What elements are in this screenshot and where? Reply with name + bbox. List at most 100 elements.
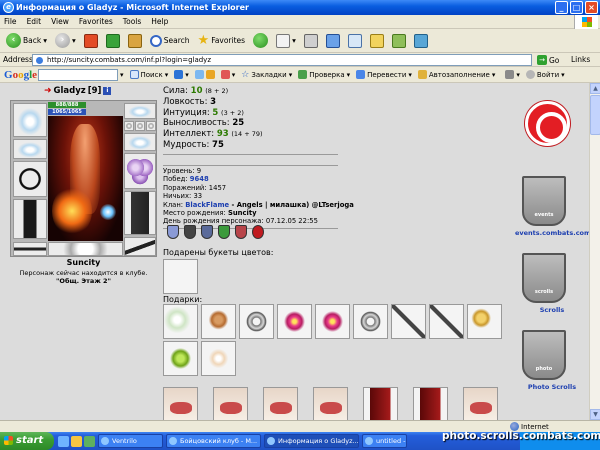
translate-button[interactable]: Перевести ▾ xyxy=(356,70,412,79)
gift-item[interactable] xyxy=(201,341,236,376)
people-button[interactable] xyxy=(412,31,430,51)
google-pagerank[interactable] xyxy=(194,70,215,79)
google-dropdown[interactable]: ▾ xyxy=(120,71,124,79)
maximize-button[interactable]: □ xyxy=(570,1,583,14)
combats-logo[interactable] xyxy=(525,101,570,146)
photo-shield-icon[interactable]: photo xyxy=(522,330,566,380)
gift-card[interactable] xyxy=(163,387,198,420)
menu-edit[interactable]: Edit xyxy=(27,17,42,26)
minimize-button[interactable]: _ xyxy=(555,1,568,14)
gift-card[interactable] xyxy=(313,387,348,420)
ring-slot-2[interactable] xyxy=(135,121,145,131)
stop-button[interactable] xyxy=(82,31,100,51)
vertical-scrollbar[interactable]: ▲ ▼ xyxy=(589,83,600,420)
menu-tools[interactable]: Tools xyxy=(123,17,141,26)
task-paint[interactable]: untitled - Paint xyxy=(362,434,407,448)
helmet-slot[interactable] xyxy=(13,103,47,137)
go-button[interactable]: → Go xyxy=(537,54,559,66)
messenger-button[interactable] xyxy=(368,31,386,51)
ie-quick-icon[interactable] xyxy=(58,435,69,447)
legs-slot[interactable] xyxy=(124,191,156,235)
refresh-button[interactable] xyxy=(104,31,122,51)
menu-help[interactable]: Help xyxy=(151,17,168,26)
google-signin-button[interactable]: Войти ▾ xyxy=(525,70,565,79)
gift-item[interactable] xyxy=(391,304,426,339)
start-button[interactable]: start xyxy=(0,432,54,450)
photo-scrolls-link[interactable]: Photo Scrolls xyxy=(515,383,589,391)
badge-icon[interactable] xyxy=(252,225,264,239)
spellcheck-button[interactable]: Проверка ▾ xyxy=(298,70,350,79)
address-input[interactable]: http://suncity.combats.com/inf.pl?login=… xyxy=(32,54,532,66)
events-link[interactable]: events.combats.com xyxy=(515,229,589,237)
menu-file[interactable]: File xyxy=(4,17,17,26)
gift-item[interactable] xyxy=(429,304,464,339)
gift-card[interactable] xyxy=(263,387,298,420)
belt-slot[interactable] xyxy=(13,242,47,256)
gift-card[interactable] xyxy=(213,387,248,420)
character-name[interactable]: Gladyz xyxy=(54,86,86,96)
history-button[interactable] xyxy=(251,31,270,51)
close-button[interactable]: × xyxy=(585,1,598,14)
links-button[interactable]: Links xyxy=(571,55,590,64)
task-ventrilo[interactable]: Ventrilo xyxy=(98,434,163,448)
badge-icon[interactable] xyxy=(218,225,230,239)
back-button[interactable]: ‹ Back ▾ xyxy=(4,31,49,51)
armor-slot[interactable] xyxy=(13,199,47,239)
research-button[interactable] xyxy=(390,31,408,51)
gift-card[interactable] xyxy=(413,387,448,420)
desktop-quick-icon[interactable] xyxy=(84,435,95,447)
forward-button[interactable]: › ▾ xyxy=(53,31,78,51)
gift-item[interactable] xyxy=(277,304,312,339)
events-shield-icon[interactable]: events xyxy=(522,176,566,226)
clan-link[interactable]: BlackFlame xyxy=(185,201,229,209)
page-content: ➜ Gladyz [9] i 888/888 1065/1065 Suncity… xyxy=(0,83,589,420)
ring-slot-1[interactable] xyxy=(124,121,134,131)
weapon-slot[interactable] xyxy=(13,161,47,197)
badge-icon[interactable] xyxy=(201,225,213,239)
info-icon[interactable]: i xyxy=(103,87,112,95)
scroll-up-button[interactable]: ▲ xyxy=(590,83,600,94)
google-settings-button[interactable]: ▾ xyxy=(505,70,520,79)
bouquet-item[interactable] xyxy=(163,259,198,294)
badge-icon[interactable] xyxy=(167,225,179,239)
google-extra-button[interactable]: ▾ xyxy=(174,70,189,79)
discuss-button[interactable] xyxy=(346,31,364,51)
google-search-input[interactable] xyxy=(38,68,118,81)
gift-item[interactable] xyxy=(239,304,274,339)
task-info-gladyz[interactable]: Информация о Gladyz... xyxy=(264,434,359,448)
gift-item[interactable] xyxy=(467,304,502,339)
badge-icon[interactable] xyxy=(235,225,247,239)
folder-quick-icon[interactable] xyxy=(71,435,82,447)
gift-item[interactable] xyxy=(163,341,198,376)
gift-item[interactable] xyxy=(201,304,236,339)
scroll-down-button[interactable]: ▼ xyxy=(590,409,600,420)
autofill-button[interactable]: Автозаполнение ▾ xyxy=(417,70,495,79)
menu-view[interactable]: View xyxy=(51,17,69,26)
google-search-button[interactable]: Поиск ▾ xyxy=(129,70,168,79)
badge-icon[interactable] xyxy=(184,225,196,239)
gift-item[interactable] xyxy=(163,304,198,339)
earrings-slot[interactable] xyxy=(124,103,156,119)
task-combats[interactable]: Бойцовский клуб - M... xyxy=(166,434,261,448)
boots-slot[interactable] xyxy=(124,237,156,256)
scrolls-link[interactable]: Scrolls xyxy=(515,306,589,314)
print-button[interactable] xyxy=(302,31,320,51)
scrolls-shield-icon[interactable]: scrolls xyxy=(522,253,566,303)
scroll-thumb[interactable] xyxy=(590,95,600,135)
shield-slot[interactable] xyxy=(124,153,156,189)
menu-favorites[interactable]: Favorites xyxy=(79,17,113,26)
edit-button[interactable] xyxy=(324,31,342,51)
gift-item[interactable] xyxy=(315,304,350,339)
search-button[interactable]: Search xyxy=(148,31,192,51)
home-button[interactable] xyxy=(126,31,144,51)
gift-item[interactable] xyxy=(353,304,388,339)
bookmarks-button[interactable]: ☆ Закладки ▾ xyxy=(241,70,292,80)
gift-card[interactable] xyxy=(463,387,498,420)
gift-card[interactable] xyxy=(363,387,398,420)
ring-slot-3[interactable] xyxy=(146,121,156,131)
mail-button[interactable]: ▾ xyxy=(274,31,298,51)
gloves-slot[interactable] xyxy=(124,133,156,151)
favorites-button[interactable]: ★ Favorites xyxy=(196,31,248,51)
amulet-slot[interactable] xyxy=(13,139,47,159)
google-popup-blocker[interactable]: ▾ xyxy=(220,70,235,79)
